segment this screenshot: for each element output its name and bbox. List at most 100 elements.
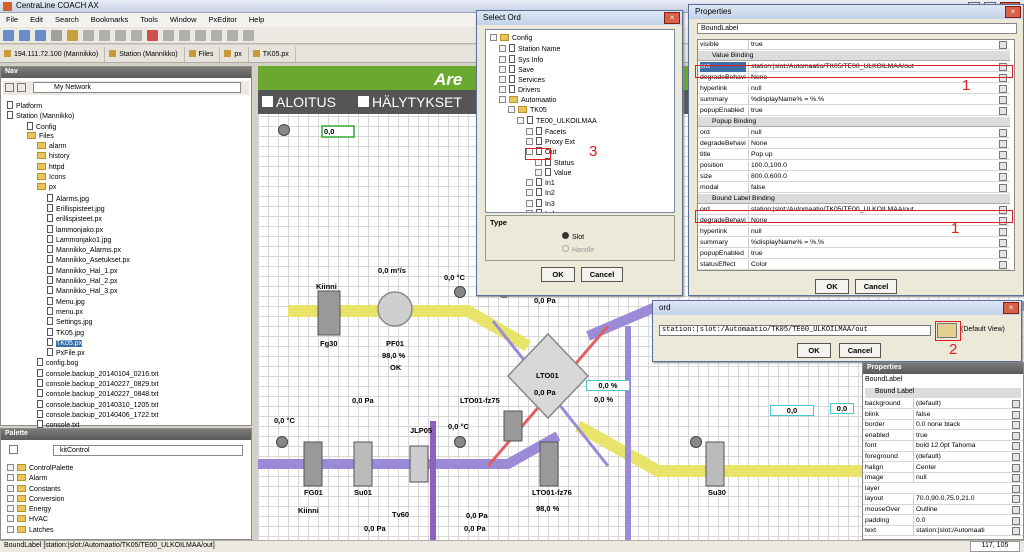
- expand-icon[interactable]: [7, 484, 14, 492]
- menu-window[interactable]: Window: [164, 13, 203, 24]
- network-select[interactable]: My Network: [33, 82, 241, 93]
- property-row[interactable]: foreground (default): [863, 452, 1023, 463]
- property-section[interactable]: Popup Binding: [698, 117, 1010, 128]
- property-value[interactable]: false: [913, 409, 1005, 420]
- expand-icon[interactable]: [7, 525, 14, 533]
- property-value[interactable]: 0.0 none black: [913, 420, 1005, 431]
- tree-item[interactable]: TK05.jpg: [7, 327, 251, 338]
- dropdown-icon[interactable]: [1012, 484, 1020, 493]
- property-section[interactable]: Bound Label Binding: [698, 194, 1010, 205]
- close-icon[interactable]: ×: [664, 12, 680, 24]
- ord-tree-item[interactable]: Automaatio: [490, 95, 674, 106]
- forward-icon[interactable]: [19, 30, 30, 41]
- tree-item[interactable]: Alarms.jpg: [7, 193, 251, 204]
- ord-tree-item[interactable]: Save: [490, 64, 674, 75]
- tree-item[interactable]: console.backup_20140406_1722.txt: [7, 409, 251, 420]
- copy-icon[interactable]: [115, 30, 126, 41]
- property-row[interactable]: halign Center: [863, 462, 1023, 473]
- palette-open-icon[interactable]: [9, 445, 18, 454]
- view-select[interactable]: (Default View): [961, 326, 1005, 333]
- ok-button[interactable]: OK: [815, 279, 849, 294]
- delete-icon[interactable]: [147, 30, 158, 41]
- dropdown-icon[interactable]: [999, 41, 1007, 49]
- dropdown-icon[interactable]: [999, 140, 1007, 148]
- tree-item[interactable]: menu.px: [7, 306, 251, 317]
- coil-jlp05[interactable]: [409, 445, 429, 483]
- property-row[interactable]: summary %displayName% = %.%: [698, 238, 1010, 249]
- property-row[interactable]: layout 70.0,90.0,75.0,21.0: [863, 494, 1023, 505]
- tree-item[interactable]: Icons: [7, 173, 251, 183]
- dropdown-icon[interactable]: [999, 184, 1007, 192]
- property-row[interactable]: position 100.0,100.0: [698, 161, 1010, 172]
- tree-item[interactable]: Config: [7, 121, 251, 132]
- property-row[interactable]: ord null: [698, 128, 1010, 139]
- ord-tree-item[interactable]: Status: [490, 157, 674, 168]
- property-row[interactable]: hyperlink null: [698, 227, 1010, 238]
- property-row[interactable]: title Pop up: [698, 150, 1010, 161]
- ord-tree-item[interactable]: Proxy Ext: [490, 136, 674, 147]
- property-row[interactable]: background (default): [863, 399, 1023, 410]
- ord-tree-item[interactable]: Station Name: [490, 44, 674, 54]
- expand-icon[interactable]: [499, 95, 506, 103]
- filter-su30[interactable]: [705, 441, 725, 487]
- property-value[interactable]: Color: [748, 260, 993, 270]
- palette-item[interactable]: Constants: [7, 484, 247, 495]
- tree-item[interactable]: config.bog: [7, 358, 251, 368]
- property-value[interactable]: None: [748, 139, 993, 149]
- ok-button[interactable]: OK: [541, 267, 575, 282]
- ord-tree-item[interactable]: In2: [490, 188, 674, 198]
- dropdown-icon[interactable]: [999, 96, 1007, 104]
- ord-tree-item[interactable]: Sys Info: [490, 54, 674, 65]
- paste-icon[interactable]: [131, 30, 142, 41]
- tree-item[interactable]: history: [7, 152, 251, 162]
- tree-item[interactable]: Mannikko_Asetukset.px: [7, 255, 251, 265]
- expand-icon[interactable]: [535, 168, 542, 176]
- dropdown-icon[interactable]: [1012, 516, 1020, 525]
- expand-icon[interactable]: [526, 189, 533, 197]
- hx-value[interactable]: 0,0 %: [586, 380, 630, 391]
- ord-tree-item[interactable]: Services: [490, 75, 674, 85]
- home-icon[interactable]: [67, 30, 78, 41]
- cancel-button[interactable]: Cancel: [581, 267, 623, 282]
- expand-icon[interactable]: [526, 210, 533, 212]
- tab-tk05[interactable]: TK05.px: [249, 47, 296, 62]
- sensor-icon[interactable]: [278, 124, 290, 136]
- property-value[interactable]: station:|slot:/Automaati: [913, 526, 1005, 537]
- value-box[interactable]: 0,0: [830, 403, 854, 414]
- tab-host[interactable]: 194.111.72.100 (Mannikko): [0, 47, 106, 62]
- property-value[interactable]: Center: [913, 462, 1005, 473]
- dropdown-icon[interactable]: [999, 129, 1007, 137]
- property-value[interactable]: Pop up: [748, 150, 993, 160]
- tree-item[interactable]: Station (Mannikko): [7, 111, 251, 121]
- save-icon[interactable]: [83, 30, 94, 41]
- dropdown-icon[interactable]: [999, 261, 1007, 269]
- damper-lto01-fz75[interactable]: [503, 410, 523, 442]
- tree-item[interactable]: Mannikko_Hal_1.px: [7, 265, 251, 276]
- tab-station[interactable]: Station (Mannikko): [105, 47, 185, 62]
- dropdown-icon[interactable]: [999, 239, 1007, 247]
- tree-item[interactable]: console.backup_20140104_0216.txt: [7, 368, 251, 379]
- tab-files[interactable]: Files: [185, 47, 221, 62]
- refresh-icon[interactable]: [51, 30, 62, 41]
- expand-icon[interactable]: [7, 494, 14, 502]
- ord-tree-item[interactable]: Facets: [490, 126, 674, 137]
- property-value[interactable]: Outline: [913, 505, 1005, 515]
- dropdown-icon[interactable]: [999, 228, 1007, 236]
- expand-icon[interactable]: [7, 515, 14, 523]
- layer-icon[interactable]: [243, 30, 254, 41]
- menu-edit[interactable]: Edit: [24, 13, 49, 24]
- tree-item[interactable]: console.backup_20140227_0848.txt: [7, 389, 251, 399]
- bound-label[interactable]: 0,0: [324, 127, 334, 136]
- property-row[interactable]: summary %displayName% = %.%: [698, 95, 1010, 106]
- tree-item[interactable]: console.backup_20140310_1205.txt: [7, 399, 251, 410]
- expand-icon[interactable]: [499, 55, 506, 63]
- align-icon[interactable]: [195, 30, 206, 41]
- cancel-button[interactable]: Cancel: [839, 343, 881, 358]
- menu-pxeditor[interactable]: PxEditor: [203, 13, 243, 24]
- dropdown-icon[interactable]: [999, 107, 1007, 115]
- ord-tree-item[interactable]: Drivers: [490, 85, 674, 95]
- tree-item[interactable]: Mannikko_Hal_2.px: [7, 276, 251, 286]
- fan-pf01[interactable]: [377, 291, 413, 327]
- tree-item[interactable]: TK05.px: [7, 337, 251, 348]
- dropdown-icon[interactable]: [1012, 431, 1020, 440]
